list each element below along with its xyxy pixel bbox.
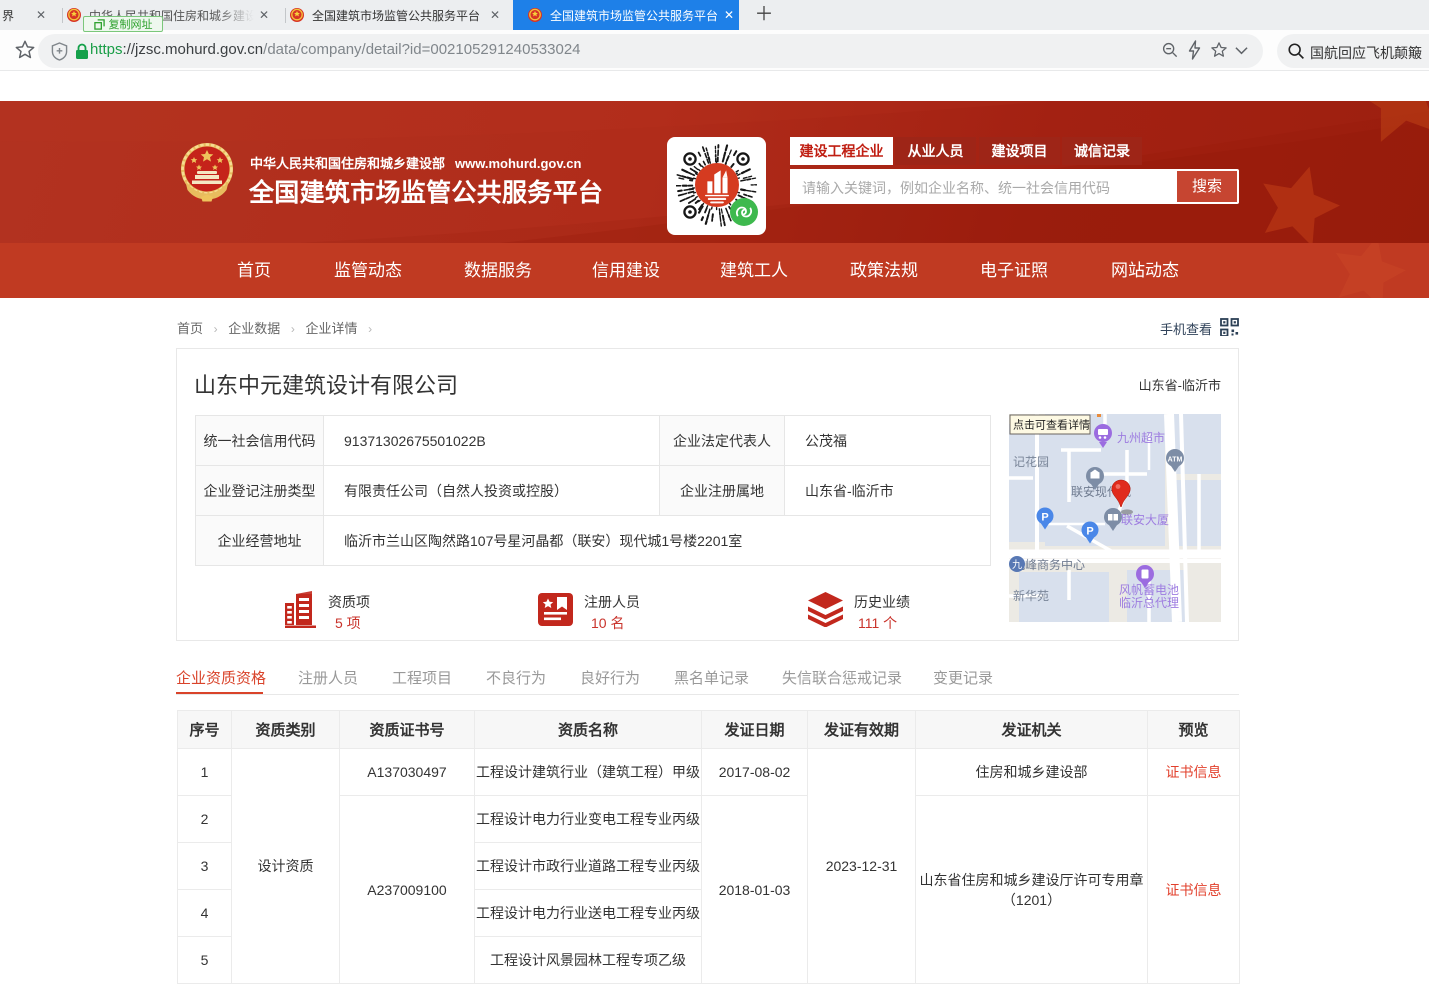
svg-text:点击可查看详情: 点击可查看详情: [1013, 418, 1090, 432]
svg-text:临沂总代理: 临沂总代理: [1119, 596, 1179, 610]
svg-text:P: P: [1041, 512, 1048, 524]
svg-text:九州超市: 九州超市: [1117, 430, 1165, 445]
svg-text:新华苑: 新华苑: [1013, 588, 1049, 603]
svg-text:ATM: ATM: [1168, 457, 1183, 464]
svg-text:风帆蓄电池: 风帆蓄电池: [1119, 582, 1179, 597]
svg-text:九: 九: [1012, 559, 1022, 571]
svg-text:P: P: [1086, 526, 1093, 538]
svg-text:记花园: 记花园: [1013, 454, 1049, 469]
